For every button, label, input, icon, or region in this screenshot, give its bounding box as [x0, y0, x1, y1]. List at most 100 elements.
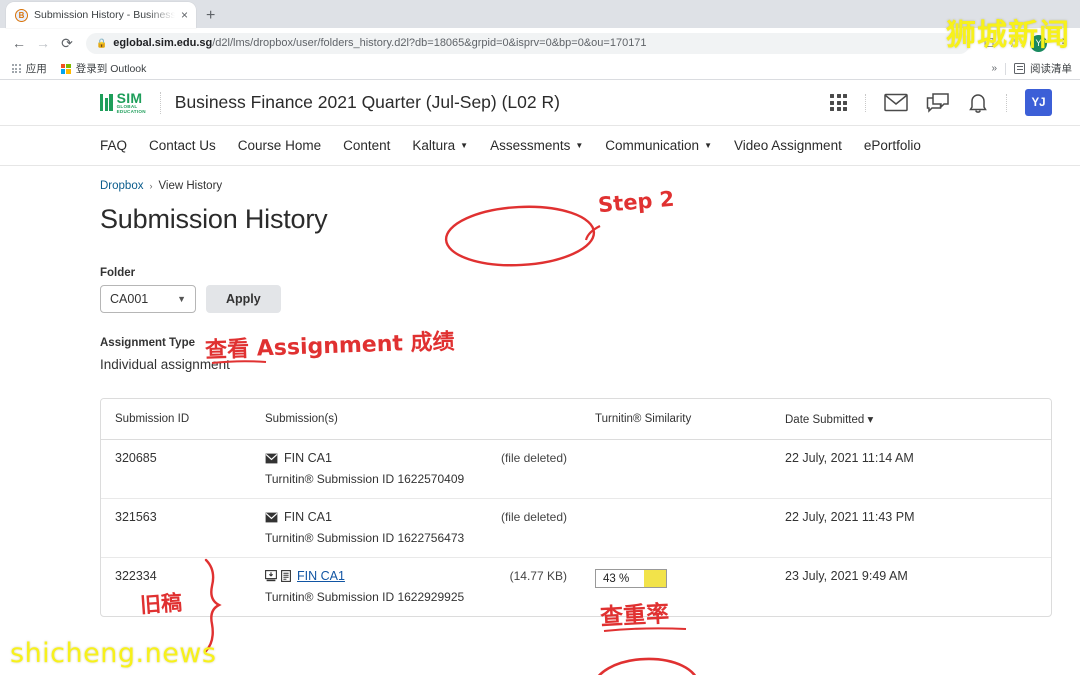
file-icons: [265, 512, 278, 523]
main-content: Dropbox › View History Submission Histor…: [0, 166, 1080, 617]
divider: [865, 94, 866, 112]
assignment-type-label: Assignment Type: [100, 337, 1052, 349]
forward-icon[interactable]: →: [32, 32, 54, 54]
download-icon: [265, 570, 277, 582]
nav-item-contact-us[interactable]: Contact Us: [138, 126, 227, 165]
sim-logo-name: SIM: [117, 91, 146, 105]
lock-icon: 🔒: [96, 38, 107, 49]
browser-tab-title: Submission History - Business: [34, 9, 175, 21]
reading-list-button[interactable]: 阅读清单: [1014, 61, 1072, 76]
annotation-ellipse-similarity: [593, 657, 699, 675]
back-icon[interactable]: ←: [8, 32, 30, 54]
breadcrumb-dropbox[interactable]: Dropbox: [100, 180, 143, 192]
nav-item-course-home[interactable]: Course Home: [227, 126, 332, 165]
header-actions: YJ: [830, 89, 1052, 116]
nav-item-video-assignment[interactable]: Video Assignment: [723, 126, 853, 165]
reading-list-icon: [1014, 63, 1025, 74]
similarity-color-swatch: [644, 570, 666, 587]
folder-controls: CA001 ▼ Apply: [100, 285, 1052, 313]
page-viewport: SIM GLOBAL EDUCATION Business Finance 20…: [0, 80, 1080, 675]
new-tab-button[interactable]: +: [206, 8, 215, 24]
cell-date-submitted: 22 July, 2021 11:14 AM: [771, 440, 1051, 499]
submission-file-status: (file deleted): [483, 510, 567, 524]
envelope-icon: [265, 512, 278, 523]
url-path: /d2l/lms/dropbox/user/folders_history.d2…: [212, 37, 646, 49]
cell-submission-id: 322334: [101, 558, 251, 617]
cell-submission-id: 321563: [101, 499, 251, 558]
bookmark-outlook[interactable]: 登录到 Outlook: [57, 61, 151, 76]
address-bar-url: eglobal.sim.edu.sg/d2l/lms/dropbox/user/…: [113, 37, 646, 49]
column-header-date-submitted[interactable]: Date Submitted ▾: [771, 399, 1051, 440]
nav-item-communication[interactable]: Communication▼: [594, 126, 723, 165]
nav-label: FAQ: [100, 138, 127, 153]
column-header-similarity[interactable]: Turnitin® Similarity: [581, 399, 771, 440]
chat-icon[interactable]: [926, 92, 950, 113]
similarity-badge[interactable]: 43 %: [595, 569, 667, 588]
assignment-type-value: Individual assignment: [100, 357, 1052, 372]
turnitin-submission-id: Turnitin® Submission ID 1622756473: [265, 531, 567, 545]
nav-item-content[interactable]: Content: [332, 126, 401, 165]
sim-logo-mark: [100, 94, 113, 111]
sort-descending-icon: ▾: [867, 414, 873, 426]
submission-file-status: (file deleted): [483, 451, 567, 465]
chrome-menu-icon[interactable]: ⋮: [1054, 34, 1072, 52]
notification-bell-icon[interactable]: [968, 92, 988, 114]
document-icon: [281, 570, 291, 582]
nav-item-assessments[interactable]: Assessments▼: [479, 126, 594, 165]
url-host: eglobal.sim.edu.sg: [113, 37, 212, 49]
waffle-menu-icon[interactable]: [830, 94, 847, 111]
column-header-submission-id[interactable]: Submission ID: [101, 399, 251, 440]
page-icon: B: [15, 9, 28, 22]
breadcrumb-separator: ›: [149, 181, 152, 191]
nav-label: Course Home: [238, 138, 321, 153]
bookmarks-bar: 应用 登录到 Outlook » 阅读清单: [0, 58, 1080, 80]
table-row: 320685 FIN CA1 (file deleted) Turnitin® …: [101, 440, 1051, 499]
chevron-down-icon: ▼: [460, 141, 468, 150]
nav-item-faq[interactable]: FAQ: [100, 126, 138, 165]
nav-label: ePortfolio: [864, 138, 921, 153]
bookmark-star-icon[interactable]: ☆: [1005, 34, 1023, 52]
submission-file-name[interactable]: FIN CA1: [297, 569, 345, 583]
page-title: Submission History: [100, 204, 1052, 235]
folder-select[interactable]: CA001 ▼: [100, 285, 196, 313]
bookmark-apps[interactable]: 应用: [8, 61, 51, 76]
nav-label: Video Assignment: [734, 138, 842, 153]
close-icon[interactable]: ×: [181, 9, 188, 21]
submission-file-line: FIN CA1 (file deleted): [265, 510, 567, 524]
table-row: 322334 FIN CA1 (14.77 KB) Turnitin® Sub: [101, 558, 1051, 617]
chevron-down-icon: ▼: [704, 141, 712, 150]
browser-tab-strip: B Submission History - Business × +: [0, 0, 1080, 28]
email-icon[interactable]: [884, 93, 908, 112]
toolbar-icons: ☐ ☆ Y ⋮: [980, 34, 1072, 52]
column-header-date-label: Date Submitted: [785, 414, 864, 426]
sim-logo[interactable]: SIM GLOBAL EDUCATION: [100, 91, 146, 114]
browser-tab[interactable]: B Submission History - Business ×: [6, 2, 196, 28]
bookmarks-overflow-button[interactable]: »: [991, 63, 997, 74]
cell-date-submitted: 22 July, 2021 11:43 PM: [771, 499, 1051, 558]
file-icons: [265, 453, 278, 464]
share-icon[interactable]: ☐: [980, 34, 998, 52]
cell-submission-id: 320685: [101, 440, 251, 499]
address-bar[interactable]: 🔒 eglobal.sim.edu.sg/d2l/lms/dropbox/use…: [86, 33, 970, 54]
avatar[interactable]: YJ: [1025, 89, 1052, 116]
nav-label: Content: [343, 138, 390, 153]
submission-file-line: FIN CA1 (file deleted): [265, 451, 567, 465]
bookmarks-bar-right: » 阅读清单: [991, 61, 1072, 76]
apply-button[interactable]: Apply: [206, 285, 281, 313]
column-header-submissions[interactable]: Submission(s): [251, 399, 581, 440]
chrome-profile-avatar[interactable]: Y: [1030, 35, 1047, 52]
submission-history-table: Submission ID Submission(s) Turnitin® Si…: [100, 398, 1052, 617]
nav-item-eportfolio[interactable]: ePortfolio: [853, 126, 932, 165]
table-row: 321563 FIN CA1 (file deleted) Turnitin® …: [101, 499, 1051, 558]
nav-item-kaltura[interactable]: Kaltura▼: [401, 126, 479, 165]
cell-similarity: 43 %: [581, 558, 771, 617]
breadcrumb-current: View History: [158, 180, 222, 192]
browser-toolbar: ← → ⟳ 🔒 eglobal.sim.edu.sg/d2l/lms/dropb…: [0, 28, 1080, 58]
reload-icon[interactable]: ⟳: [56, 32, 78, 54]
submission-file-line: FIN CA1 (14.77 KB): [265, 569, 567, 583]
cell-submissions: FIN CA1 (file deleted) Turnitin® Submiss…: [251, 440, 581, 499]
cell-similarity: [581, 440, 771, 499]
chevron-down-icon: ▼: [575, 141, 583, 150]
folder-label: Folder: [100, 267, 1052, 279]
submission-file-name: FIN CA1: [284, 510, 332, 524]
